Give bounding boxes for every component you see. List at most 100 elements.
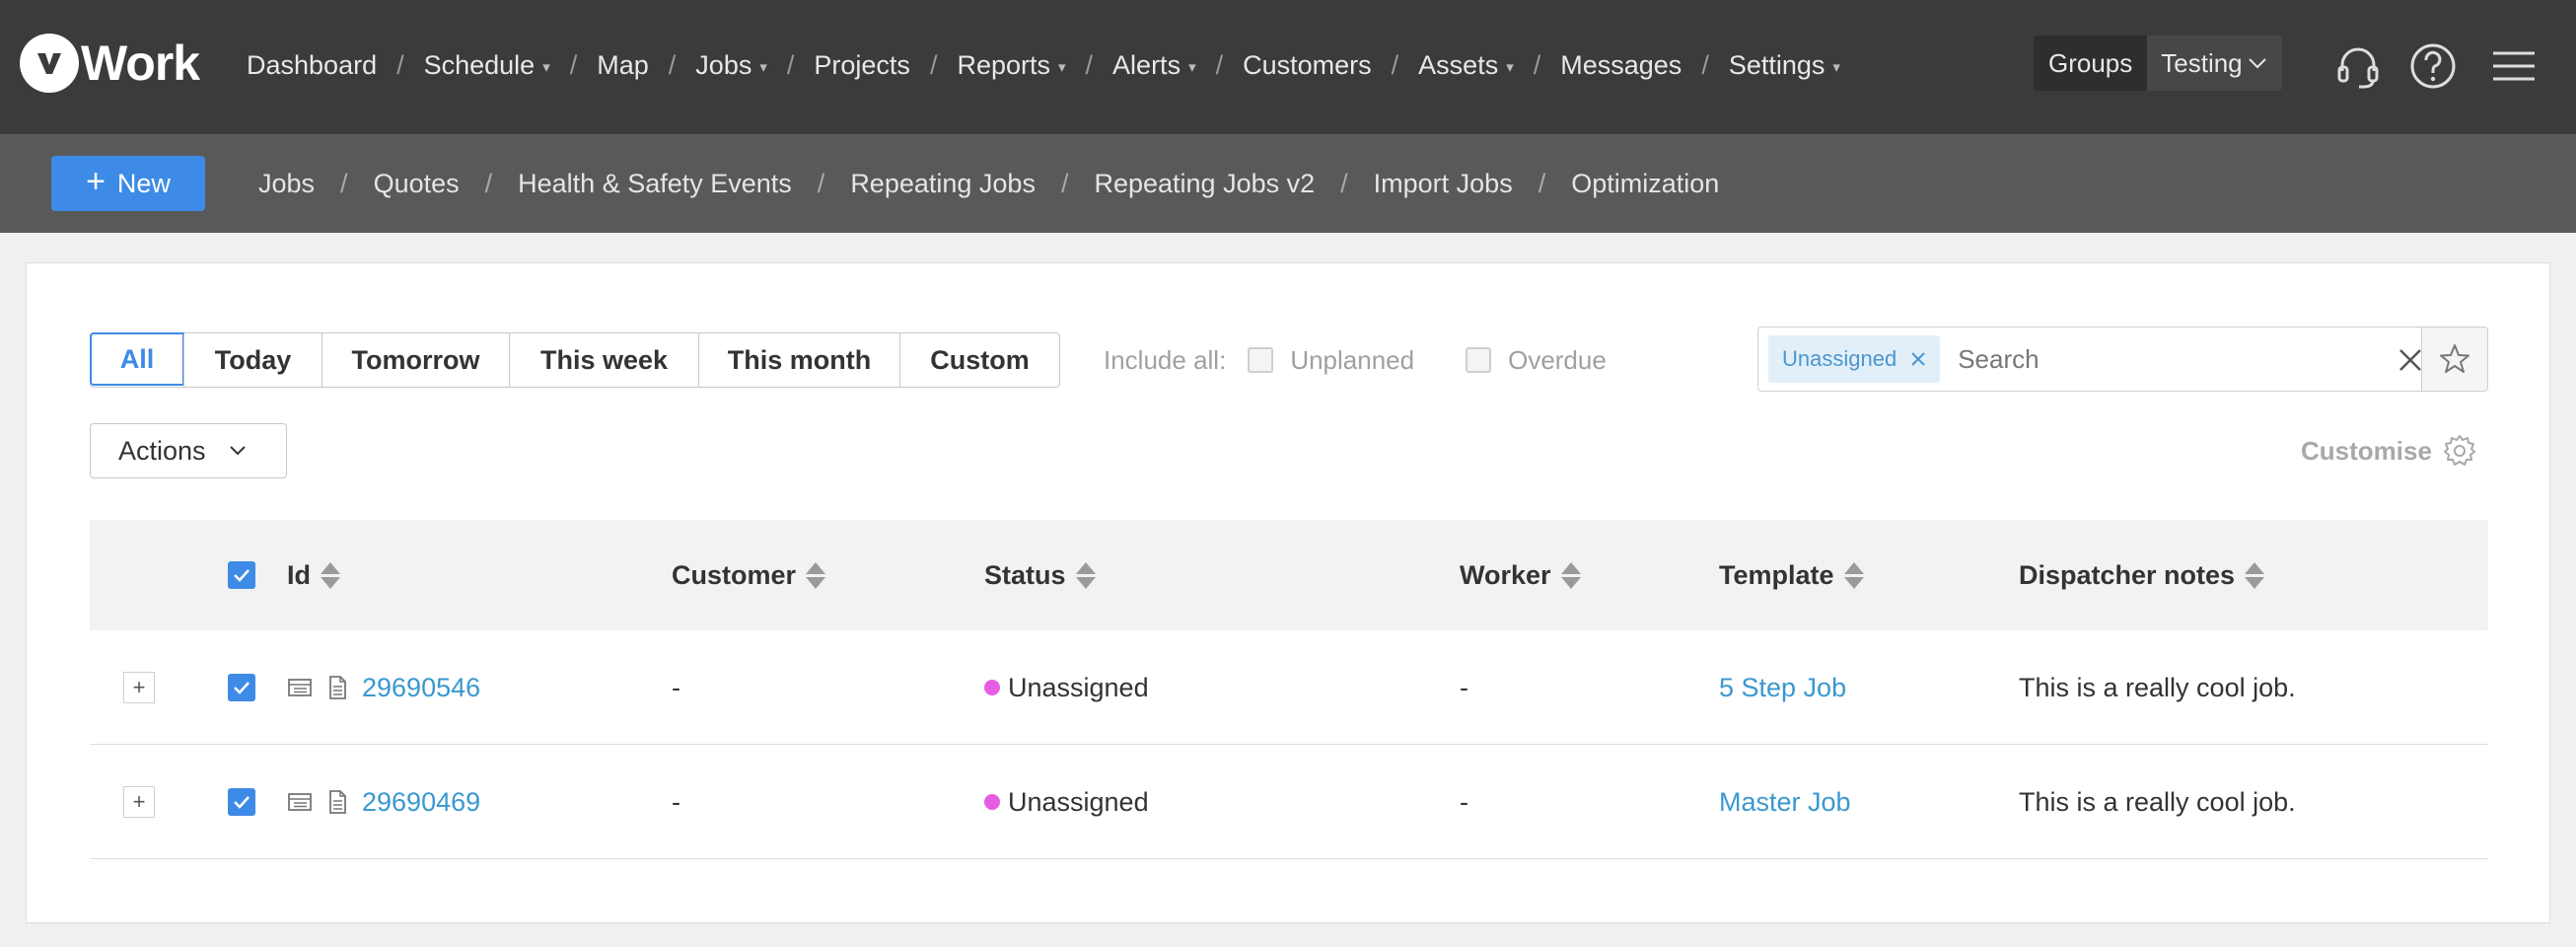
subnav-item-quotes[interactable]: Quotes: [374, 169, 460, 199]
row-checkbox[interactable]: [228, 788, 255, 816]
row-select-cell: [228, 745, 255, 859]
customise-button[interactable]: Customise: [2301, 429, 2477, 473]
sort-icon[interactable]: [1560, 561, 1581, 589]
worker-cell: -: [1460, 786, 1468, 817]
favorite-button[interactable]: [2421, 327, 2488, 392]
nav-item-map[interactable]: Map: [597, 50, 649, 81]
customer-cell: -: [672, 786, 680, 817]
remove-chip-icon[interactable]: [1910, 351, 1926, 367]
headset-icon[interactable]: [2333, 41, 2383, 91]
expand-cell: +: [123, 745, 155, 859]
subnav-item-health-and-safety-events[interactable]: Health & Safety Events: [518, 169, 792, 199]
customise-label: Customise: [2301, 435, 2432, 466]
overdue-label: Overdue: [1508, 344, 1607, 375]
caret-down-icon: ▾: [1506, 59, 1514, 76]
nav-item-label: Jobs: [695, 49, 752, 80]
app-logo[interactable]: Work: [20, 32, 200, 95]
nav-item-assets[interactable]: Assets ▾: [1418, 50, 1514, 81]
subnav-item-jobs[interactable]: Jobs: [258, 169, 315, 199]
new-button[interactable]: + New: [51, 156, 205, 211]
template-cell: 5 Step Job: [1719, 630, 1846, 745]
groups-button[interactable]: Groups: [2034, 36, 2148, 91]
nav-item-projects[interactable]: Projects: [814, 50, 910, 81]
menu-icon[interactable]: [2489, 41, 2539, 91]
unplanned-option[interactable]: Unplanned: [1248, 345, 1414, 376]
nav-separator: /: [668, 49, 677, 80]
subnav-item-import-jobs[interactable]: Import Jobs: [1374, 169, 1513, 199]
top-navigation-bar: Work Dashboard / Schedule ▾ / Map / Jobs ▾ / Proje…: [0, 0, 2576, 134]
logo-mark: [20, 34, 79, 93]
sort-icon[interactable]: [2245, 561, 2265, 589]
search-input[interactable]: [1958, 343, 2343, 375]
subnav-item-optimization[interactable]: Optimization: [1571, 169, 1719, 199]
sort-icon[interactable]: [1075, 561, 1096, 589]
nav-item-customers[interactable]: Customers: [1243, 50, 1372, 81]
logo-text: Work: [81, 36, 200, 91]
status-cell: Unassigned: [984, 630, 1149, 745]
job-details-icon[interactable]: [287, 789, 313, 815]
column-header-customer[interactable]: Customer: [672, 520, 826, 630]
template-link[interactable]: 5 Step Job: [1719, 673, 1846, 703]
group-dropdown-label: Testing: [2161, 47, 2243, 78]
actions-label: Actions: [118, 435, 206, 466]
v-logo-icon: [37, 53, 61, 74]
select-all-checkbox[interactable]: [228, 561, 255, 589]
period-tab-this-month[interactable]: This month: [698, 333, 899, 387]
help-icon[interactable]: [2408, 41, 2458, 91]
sort-icon[interactable]: [1843, 561, 1864, 589]
nav-item-jobs[interactable]: Jobs ▾: [695, 50, 767, 81]
column-header-status[interactable]: Status: [984, 520, 1096, 630]
overdue-option[interactable]: Overdue: [1466, 345, 1607, 376]
unplanned-checkbox[interactable]: [1248, 347, 1274, 373]
caret-down-icon: ▾: [1058, 59, 1066, 76]
expand-row-button[interactable]: +: [123, 672, 155, 703]
document-icon[interactable]: [324, 675, 350, 700]
nav-item-alerts[interactable]: Alerts ▾: [1112, 50, 1196, 81]
period-tab-this-week[interactable]: This week: [509, 333, 698, 387]
table-row[interactable]: + 29690546 - Unassigned - 5 Step Job Thi…: [90, 630, 2488, 745]
subnav-separator: /: [484, 168, 493, 198]
column-header-label: Dispatcher notes: [2019, 559, 2236, 590]
period-filter: All Today Tomorrow This week This month Custo…: [90, 332, 1060, 388]
column-header-label: Worker: [1460, 559, 1551, 590]
subnav-item-repeating-jobs[interactable]: Repeating Jobs: [850, 169, 1036, 199]
status-dot: [984, 794, 1000, 810]
nav-item-schedule[interactable]: Schedule ▾: [424, 50, 550, 81]
nav-item-settings[interactable]: Settings ▾: [1729, 50, 1840, 81]
table-row[interactable]: + 29690469 - Unassigned - Master Job Thi…: [90, 745, 2488, 859]
filter-chip-unassigned: Unassigned: [1768, 335, 1941, 383]
job-id-link[interactable]: 29690546: [362, 673, 480, 703]
nav-item-messages[interactable]: Messages: [1560, 50, 1682, 81]
nav-item-reports[interactable]: Reports ▾: [957, 50, 1065, 81]
document-icon[interactable]: [324, 789, 350, 815]
sort-icon[interactable]: [806, 561, 826, 589]
column-header-id[interactable]: Id: [287, 520, 340, 630]
job-details-icon[interactable]: [287, 675, 313, 700]
nav-item-dashboard[interactable]: Dashboard: [247, 50, 377, 81]
caret-down-icon: ▾: [1832, 59, 1840, 76]
caret-down-icon: ▾: [542, 59, 550, 76]
group-dropdown[interactable]: Testing: [2147, 36, 2282, 91]
column-header-dispatcher-notes[interactable]: Dispatcher notes: [2019, 520, 2265, 630]
row-checkbox[interactable]: [228, 674, 255, 701]
sort-icon[interactable]: [321, 561, 340, 589]
period-tab-custom[interactable]: Custom: [899, 333, 1059, 387]
nav-separator: /: [1215, 49, 1224, 80]
period-tab-tomorrow[interactable]: Tomorrow: [322, 333, 509, 387]
period-tab-today[interactable]: Today: [183, 333, 322, 387]
column-header-template[interactable]: Template: [1719, 520, 1864, 630]
actions-dropdown[interactable]: Actions: [90, 423, 287, 478]
gear-icon: [2443, 435, 2475, 466]
nav-separator: /: [786, 49, 795, 80]
overdue-checkbox[interactable]: [1466, 347, 1492, 373]
job-id-link[interactable]: 29690469: [362, 787, 480, 818]
expand-row-button[interactable]: +: [123, 786, 155, 818]
table-header: Id Customer Status Worker Template Dispatcher…: [90, 520, 2488, 630]
subnav-item-repeating-jobs-v2[interactable]: Repeating Jobs v2: [1094, 169, 1315, 199]
column-header-worker[interactable]: Worker: [1460, 520, 1581, 630]
template-cell: Master Job: [1719, 745, 1851, 859]
period-tab-all[interactable]: All: [90, 332, 184, 386]
template-link[interactable]: Master Job: [1719, 787, 1851, 818]
clear-search-icon[interactable]: [2397, 347, 2423, 373]
new-button-label: New: [116, 168, 171, 198]
